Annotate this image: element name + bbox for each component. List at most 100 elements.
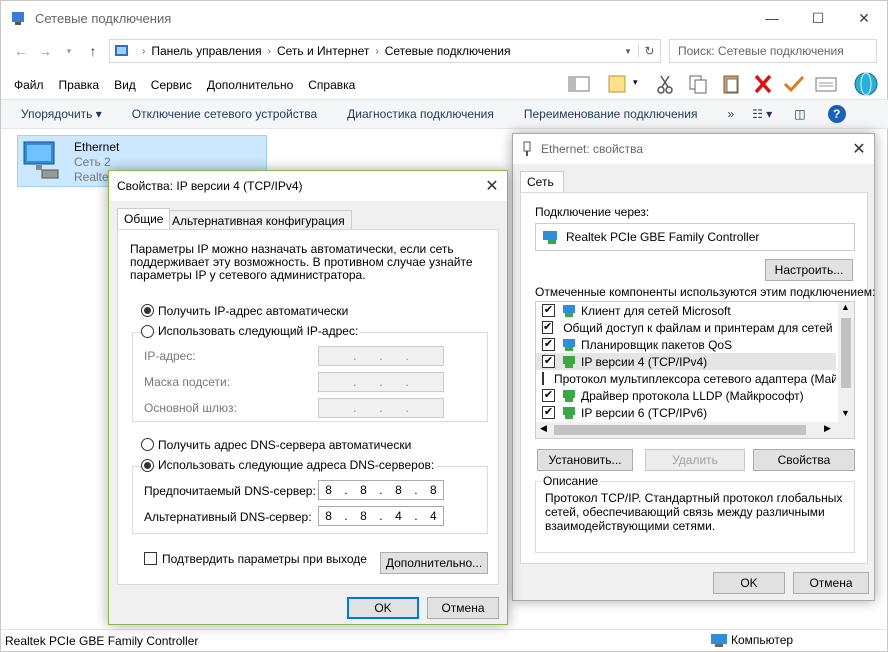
forward-arrow-icon[interactable]: → — [33, 43, 57, 59]
up-arrow-icon[interactable]: ↑ — [81, 43, 105, 59]
layout-icon[interactable] — [567, 73, 591, 95]
auto-ip-label: Получить IP-адрес автоматически — [158, 304, 349, 318]
breadcrumb-network-internet[interactable]: Сеть и Интернет — [277, 44, 369, 58]
menu-advanced[interactable]: Дополнительно — [207, 78, 293, 92]
component-checkbox[interactable] — [542, 372, 544, 385]
validate-checkbox[interactable] — [144, 552, 157, 565]
menu-help[interactable]: Справка — [308, 78, 355, 92]
change-view-icon[interactable]: ☷ ▾ — [752, 107, 772, 121]
scroll-right-icon[interactable]: ▶ — [824, 423, 831, 434]
properties-button[interactable]: Свойства — [753, 449, 855, 471]
list-item[interactable]: ✔ Планировщик пакетов QoS — [536, 336, 836, 353]
properties-icon[interactable] — [814, 73, 838, 95]
close-button[interactable]: ✕ — [841, 10, 887, 27]
cut-icon[interactable] — [653, 73, 677, 95]
manual-dns-radio[interactable] — [141, 459, 154, 472]
cancel-button[interactable]: Отмена — [427, 597, 499, 619]
rename-button[interactable]: Переименование подключения — [524, 107, 698, 121]
tab-general[interactable]: Общие — [117, 208, 171, 229]
organize-button[interactable]: Упорядочить ▾ — [21, 107, 102, 121]
network-adapter-icon — [23, 141, 59, 179]
component-checkbox[interactable]: ✔ — [542, 321, 554, 334]
back-arrow-icon[interactable]: ← — [9, 43, 33, 59]
control-panel-icon — [115, 45, 128, 56]
breadcrumb-control-panel[interactable]: Панель управления — [151, 44, 261, 58]
title-bar: Сетевые подключения — ☐ ✕ — [1, 1, 887, 35]
folder-options-icon[interactable] — [606, 73, 630, 95]
component-checkbox[interactable]: ✔ — [542, 389, 555, 402]
list-item[interactable]: ✔ Клиент для сетей Microsoft — [536, 302, 836, 319]
tab-alternate-config[interactable]: Альтернативная конфигурация — [165, 210, 352, 231]
preview-pane-icon[interactable]: ◫ — [794, 107, 805, 121]
maximize-button[interactable]: ☐ — [795, 10, 841, 27]
list-item[interactable]: ✔ Общий доступ к файлам и принтерам для с… — [536, 319, 836, 336]
component-checkbox[interactable]: ✔ — [542, 355, 555, 368]
menu-tools[interactable]: Сервис — [151, 78, 192, 92]
checkmark-icon[interactable] — [782, 73, 806, 95]
close-icon[interactable]: ✕ — [477, 176, 507, 196]
component-label: Драйвер протокола LLDP (Майкрософт) — [581, 388, 804, 403]
scroll-left-icon[interactable]: ◀ — [540, 423, 547, 434]
auto-dns-radio[interactable] — [141, 438, 154, 451]
views-dropdown-icon[interactable]: ▾ — [633, 77, 638, 88]
preferred-dns-field[interactable]: 8.8.8.8 — [318, 480, 444, 500]
close-icon[interactable]: ✕ — [844, 139, 874, 159]
vertical-scrollbar[interactable]: ▲ ▼ — [838, 302, 854, 422]
address-bar[interactable]: › Панель управления › Сеть и Интернет › … — [109, 39, 661, 63]
ok-button[interactable]: OK — [713, 572, 785, 594]
ip-address-field[interactable]: ... — [318, 346, 444, 366]
horizontal-scrollbar[interactable]: ◀ ▶ — [536, 422, 854, 438]
intro-text: параметры IP у сетевого администратора. — [130, 268, 366, 282]
scroll-thumb[interactable] — [841, 318, 851, 388]
install-button[interactable]: Установить... — [537, 449, 633, 471]
address-dropdown-icon[interactable]: ▾ — [618, 46, 638, 57]
ok-button[interactable]: OK — [347, 597, 419, 619]
configure-button[interactable]: Настроить... — [765, 259, 853, 281]
tab-network[interactable]: Сеть — [520, 171, 564, 192]
component-checkbox[interactable]: ✔ — [542, 338, 555, 351]
list-item[interactable]: ✔ IP версии 4 (TCP/IPv4) — [536, 353, 836, 370]
auto-ip-radio[interactable] — [141, 304, 154, 317]
diagnose-button[interactable]: Диагностика подключения — [347, 107, 494, 121]
scroll-up-icon[interactable]: ▲ — [841, 302, 850, 312]
network-component-icon — [563, 389, 575, 402]
remove-button[interactable]: Удалить — [645, 449, 745, 471]
list-item[interactable]: Протокол мультиплексора сетевого адаптер… — [536, 370, 836, 387]
connection-name: Ethernet — [74, 140, 120, 154]
disable-device-button[interactable]: Отключение сетевого устройства — [132, 107, 317, 121]
minimize-button[interactable]: — — [749, 10, 795, 27]
network-component-icon — [563, 406, 575, 419]
copy-icon[interactable] — [686, 73, 710, 95]
dialog-title: Свойства: IP версии 4 (TCP/IPv4) — [117, 179, 303, 193]
cancel-button[interactable]: Отмена — [793, 572, 869, 594]
gateway-field[interactable]: ... — [318, 398, 444, 418]
menu-edit[interactable]: Правка — [59, 78, 100, 92]
recent-chevron-icon[interactable]: ▾ — [57, 46, 81, 57]
advanced-button[interactable]: Дополнительно... — [380, 552, 488, 574]
scroll-down-icon[interactable]: ▼ — [841, 408, 850, 418]
window-title: Сетевые подключения — [35, 10, 172, 26]
help-icon[interactable]: ? — [827, 105, 846, 123]
breadcrumb-separator: › — [142, 45, 146, 57]
list-item[interactable]: ✔ IP версии 6 (TCP/IPv6) — [536, 404, 836, 421]
menu-view[interactable]: Вид — [114, 78, 136, 92]
command-bar: Упорядочить ▾ Отключение сетевого устрой… — [1, 99, 888, 129]
menu-file[interactable]: Файл — [14, 78, 44, 92]
paste-icon[interactable] — [719, 73, 743, 95]
network-globe-icon[interactable] — [853, 71, 879, 97]
subnet-mask-field[interactable]: ... — [318, 372, 444, 392]
scroll-thumb[interactable] — [554, 425, 806, 435]
breadcrumb-network-connections[interactable]: Сетевые подключения — [385, 44, 511, 58]
list-item[interactable]: ✔ Драйвер протокола LLDP (Майкрософт) — [536, 387, 836, 404]
delete-icon[interactable] — [751, 73, 775, 95]
dialog-title-bar: Ethernet: свойства ✕ — [513, 134, 874, 164]
search-input[interactable]: Поиск: Сетевые подключения — [669, 39, 877, 63]
manual-ip-radio[interactable] — [141, 325, 154, 338]
component-checkbox[interactable]: ✔ — [542, 406, 555, 419]
alternate-dns-field[interactable]: 8.8.4.4 — [318, 506, 444, 526]
more-commands-button[interactable]: » — [727, 107, 734, 121]
refresh-icon[interactable]: ↻ — [638, 44, 660, 58]
component-checkbox[interactable]: ✔ — [542, 304, 555, 317]
network-component-icon — [563, 304, 575, 317]
preferred-dns-label: Предпочитаемый DNS-сервер: — [144, 484, 316, 498]
